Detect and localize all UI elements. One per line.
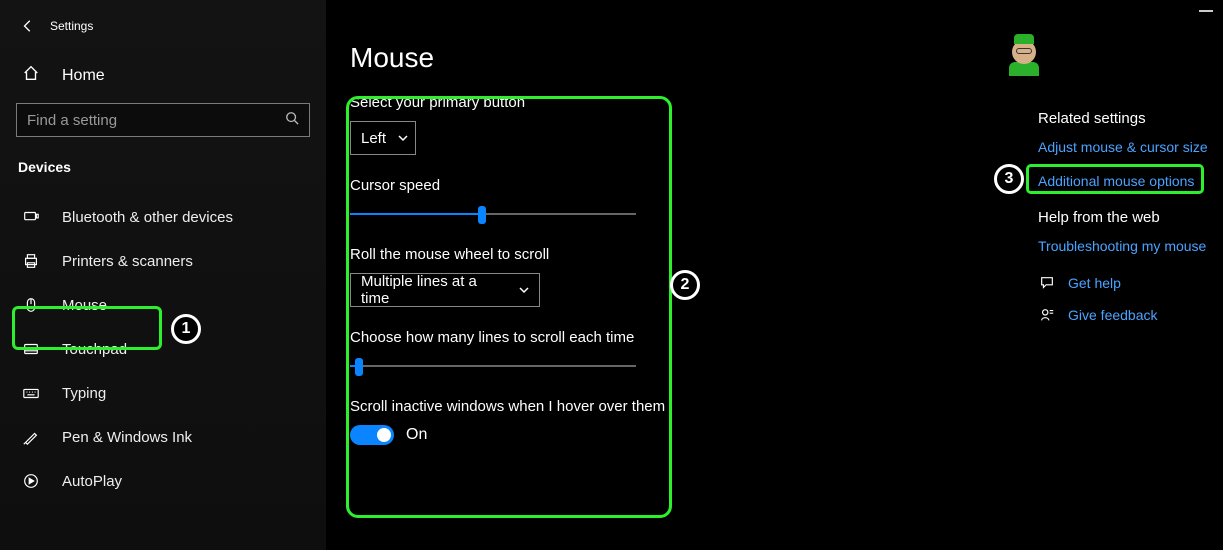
page-title: Mouse: [350, 42, 990, 74]
autoplay-icon: [22, 472, 40, 490]
sidebar-item-label: Typing: [62, 385, 106, 402]
mouse-icon: [22, 296, 40, 314]
give-feedback-label: Give feedback: [1068, 307, 1158, 323]
troubleshoot-mouse-link[interactable]: Troubleshooting my mouse: [1038, 238, 1218, 254]
home-icon: [22, 64, 40, 87]
sidebar-item-typing[interactable]: Typing: [0, 371, 326, 415]
chat-icon: [1038, 274, 1056, 292]
sidebar-item-printers[interactable]: Printers & scanners: [0, 239, 326, 283]
wheel-mode-dropdown[interactable]: Multiple lines at a time: [350, 273, 540, 307]
search-icon: [285, 111, 299, 130]
search-input[interactable]: [27, 112, 257, 129]
home-button[interactable]: Home: [0, 52, 326, 99]
related-settings-heading: Related settings: [1038, 110, 1218, 127]
sidebar-item-mouse[interactable]: Mouse: [0, 283, 326, 327]
search-box[interactable]: [16, 103, 310, 137]
back-arrow-icon[interactable]: [20, 18, 36, 34]
annotation-step-1: 1: [171, 314, 201, 344]
primary-button-dropdown[interactable]: Left: [350, 121, 416, 155]
lines-scroll-slider[interactable]: [350, 356, 636, 376]
sidebar-item-label: Printers & scanners: [62, 253, 193, 270]
scroll-inactive-label: Scroll inactive windows when I hover ove…: [350, 398, 990, 415]
additional-mouse-options-link[interactable]: Additional mouse options: [1038, 173, 1218, 189]
sidebar-item-bluetooth[interactable]: Bluetooth & other devices: [0, 195, 326, 239]
keyboard-icon: [22, 384, 40, 402]
home-label: Home: [62, 67, 105, 85]
sidebar-group-header: Devices: [0, 151, 326, 183]
wheel-mode-label: Roll the mouse wheel to scroll: [350, 246, 990, 263]
sidebar-item-label: Mouse: [62, 297, 107, 314]
sidebar-item-label: AutoPlay: [62, 473, 122, 490]
primary-button-value: Left: [361, 130, 386, 147]
cursor-speed-label: Cursor speed: [350, 177, 990, 194]
chevron-down-icon: [519, 282, 529, 299]
pen-icon: [22, 428, 40, 446]
right-column: Related settings Adjust mouse & cursor s…: [1038, 110, 1218, 338]
help-web-heading: Help from the web: [1038, 209, 1218, 226]
sidebar-item-label: Pen & Windows Ink: [62, 429, 192, 446]
sidebar-item-label: Touchpad: [62, 341, 127, 358]
feedback-icon: [1038, 306, 1056, 324]
settings-sidebar: Settings Home Devices Bluetooth & other …: [0, 0, 326, 550]
scroll-inactive-toggle[interactable]: [350, 425, 394, 445]
bluetooth-icon: [22, 208, 40, 226]
sidebar-item-touchpad[interactable]: Touchpad: [0, 327, 326, 371]
user-avatar[interactable]: [1004, 40, 1044, 80]
sidebar-item-label: Bluetooth & other devices: [62, 209, 233, 226]
lines-scroll-label: Choose how many lines to scroll each tim…: [350, 329, 990, 346]
annotation-step-2: 2: [670, 270, 700, 300]
chevron-down-icon: [398, 130, 408, 147]
adjust-cursor-size-link[interactable]: Adjust mouse & cursor size: [1038, 139, 1218, 155]
printer-icon: [22, 252, 40, 270]
minimize-button[interactable]: [1199, 10, 1213, 12]
scroll-inactive-value: On: [406, 426, 427, 444]
get-help-label: Get help: [1068, 275, 1121, 291]
sidebar-item-pen[interactable]: Pen & Windows Ink: [0, 415, 326, 459]
annotation-step-3: 3: [994, 164, 1024, 194]
give-feedback-link[interactable]: Give feedback: [1038, 306, 1218, 324]
cursor-speed-slider[interactable]: [350, 204, 636, 224]
touchpad-icon: [22, 340, 40, 358]
sidebar-item-autoplay[interactable]: AutoPlay: [0, 459, 326, 503]
wheel-mode-value: Multiple lines at a time: [361, 273, 507, 307]
primary-button-label: Select your primary button: [350, 94, 990, 111]
window-title: Settings: [50, 19, 93, 33]
get-help-link[interactable]: Get help: [1038, 274, 1218, 292]
